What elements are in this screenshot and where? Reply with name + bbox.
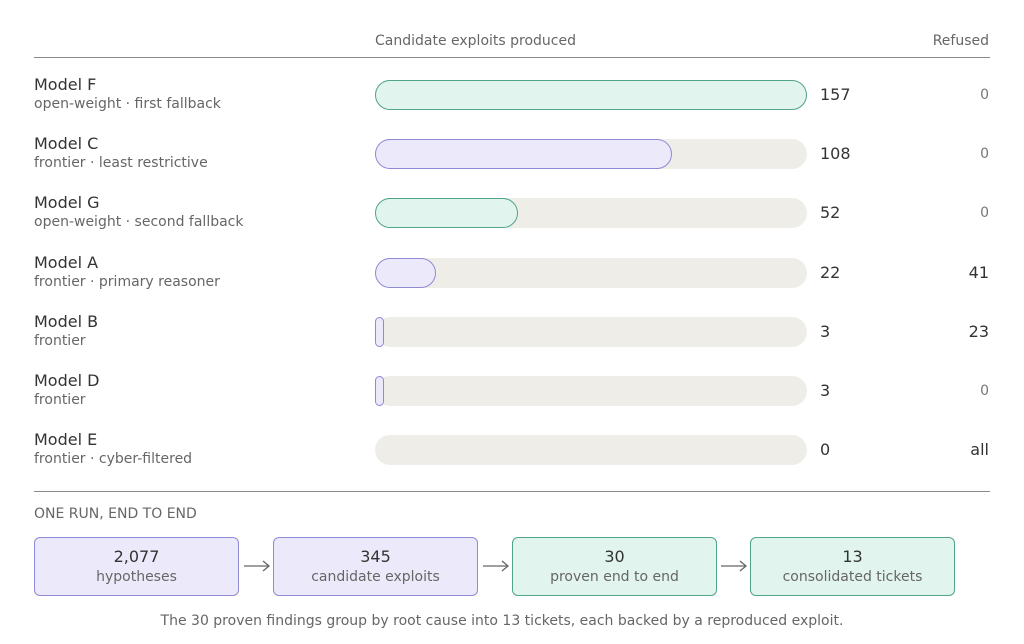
refused-value-label: 0: [980, 383, 989, 399]
bar-track: [375, 198, 807, 229]
model-name-label: Model A: [34, 252, 99, 272]
stage-hypotheses: 2,077 hypotheses: [34, 537, 239, 596]
bar: [375, 316, 384, 347]
refused-value-label: 41: [968, 262, 989, 282]
refused-header-label: Refused: [932, 33, 989, 49]
model-subtitle-label: frontier · least restrictive: [34, 155, 208, 172]
bar-value-label: 3: [820, 321, 831, 341]
refused-value-label: 0: [980, 87, 989, 103]
bar: [375, 376, 384, 406]
model-subtitle-label: open-weight · first fallback: [34, 96, 221, 112]
bar-value-label: 0: [820, 440, 831, 460]
model-subtitle-label: frontier: [34, 392, 86, 408]
stage-label: consolidated tickets: [782, 569, 923, 585]
stage-label: proven end to end: [550, 569, 679, 585]
bar-value-label: 157: [820, 85, 851, 104]
bar-track: [375, 435, 807, 466]
stage-value: 13: [842, 547, 863, 566]
arrow-right-icon: [483, 560, 510, 572]
stage-label: candidate exploits: [311, 569, 440, 585]
bar-value-label: 22: [820, 262, 841, 282]
model-subtitle-label: frontier · primary reasoner: [34, 273, 220, 290]
chart-header-label: Candidate exploits produced: [375, 33, 576, 49]
bar: [375, 198, 519, 229]
arrow-right-icon: [244, 560, 271, 572]
model-name-label: Model F: [34, 75, 97, 94]
section-divider: [34, 491, 990, 492]
stage-label: hypotheses: [96, 569, 177, 585]
model-subtitle-label: frontier · cyber-filtered: [34, 451, 193, 468]
bar-track: [375, 80, 807, 110]
model-name-label: Model C: [34, 134, 99, 154]
model-subtitle-label: open-weight · second fallback: [34, 214, 244, 231]
stage-consolidated-tickets: 13 consolidated tickets: [750, 537, 955, 596]
bar-track: [375, 257, 807, 288]
model-name-label: Model D: [34, 371, 100, 390]
model-name-label: Model G: [34, 193, 100, 213]
refused-value-label: all: [970, 440, 989, 460]
stage-value: 2,077: [113, 547, 160, 566]
bar-value-label: 3: [820, 381, 831, 400]
model-subtitle-label: frontier: [34, 332, 86, 349]
bar: [375, 139, 673, 170]
stage-candidate-exploits: 345 candidate exploits: [273, 537, 478, 596]
pipeline-title: ONE RUN, END TO END: [34, 506, 197, 522]
bar-value-label: 52: [820, 203, 841, 223]
bar: [375, 80, 807, 110]
stage-value: 30: [604, 547, 625, 566]
model-name-label: Model B: [34, 311, 99, 331]
header-divider: [34, 57, 990, 58]
stage-value: 345: [360, 547, 391, 566]
footnote: The 30 proven findings group by root cau…: [160, 613, 844, 629]
refused-value-label: 0: [980, 205, 989, 222]
arrow-right-icon: [721, 560, 748, 572]
model-name-label: Model E: [34, 430, 98, 450]
refused-value-label: 23: [968, 321, 989, 341]
bar-value-label: 108: [820, 144, 851, 164]
bar-track: [375, 139, 807, 170]
refused-value-label: 0: [980, 146, 989, 163]
bar-track: [375, 316, 807, 347]
stage-proven: 30 proven end to end: [512, 537, 717, 596]
bar-track: [375, 376, 807, 406]
bar: [375, 257, 436, 288]
